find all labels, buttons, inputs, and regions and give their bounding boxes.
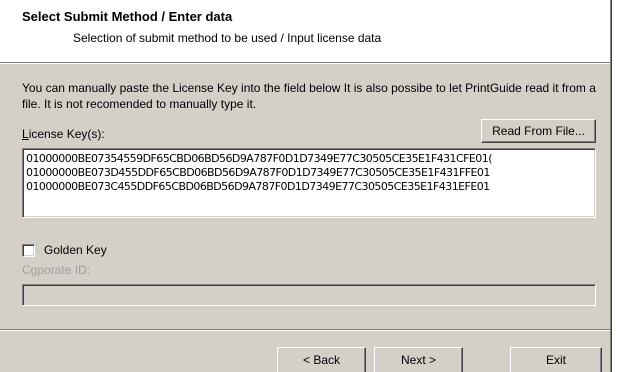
instructions-text: You can manually paste the License Key i…: [22, 81, 596, 111]
back-button[interactable]: < Back: [277, 347, 366, 372]
next-button[interactable]: Next >: [374, 347, 463, 372]
wizard-dialog: Select Submit Method / Enter data Select…: [0, 0, 612, 372]
corporate-id-field[interactable]: [22, 284, 596, 306]
exit-button[interactable]: Exit: [510, 347, 602, 372]
license-key-line: 01000000BE073C455DDF65CBD06BD56D9A787F0D…: [26, 180, 490, 193]
license-key-label: License Key(s):: [22, 127, 105, 141]
license-key-label-text: icense Key(s):: [28, 127, 105, 141]
wizard-header: Select Submit Method / Enter data Select…: [0, 0, 612, 62]
license-key-label-accesskey: L: [22, 127, 29, 141]
license-key-textarea[interactable]: 01000000BE07354559DF65CBD06BD56D9A787F0D…: [22, 148, 596, 218]
page-title: Select Submit Method / Enter data: [22, 9, 233, 24]
page-subtitle: Selection of submit method to be used / …: [73, 31, 382, 45]
golden-key-label[interactable]: Golden Key: [44, 243, 107, 257]
footer-divider-highlight: [0, 330, 610, 331]
corporate-id-label: Cgporate ID:: [22, 263, 90, 277]
license-key-line: 01000000BE073D455DDF65CBD06BD56D9A787F0D…: [26, 166, 490, 179]
read-from-file-button[interactable]: Read From File...: [481, 119, 596, 143]
corporate-id-label-text: Cgporate ID:: [22, 263, 91, 277]
window-edge: [611, 0, 612, 372]
golden-key-checkbox[interactable]: [22, 244, 35, 257]
header-divider-highlight: [0, 63, 612, 64]
license-key-line: 01000000BE07354559DF65CBD06BD56D9A787F0D…: [26, 152, 493, 165]
